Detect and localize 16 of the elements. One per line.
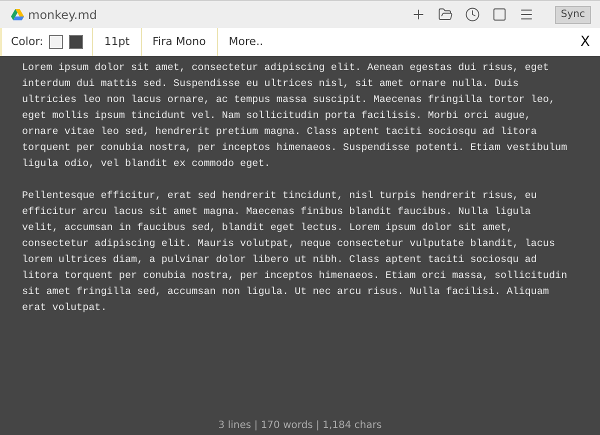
color-label: Color: <box>11 34 44 50</box>
history-icon[interactable] <box>464 6 481 23</box>
color-swatch[interactable] <box>49 35 64 49</box>
window-icon[interactable] <box>490 6 508 23</box>
drive-logo-icon <box>11 8 24 20</box>
window-title: monkey.md <box>28 6 98 24</box>
paragraph: Lorem ipsum dolor sit amet, consectetur adipiscing elit. Aenean egestas dui risus, eget interdum dui mattis sed. Suspendisse eu ultrices nisl, sit amet ornare nulla. Duis ultricies leo non lacus ornare, ac tempus massa suscipit. Maecenas fringilla tortor leo, eget mollis ipsum tincidunt vel. Nam sollicitudin porta facilisis. Morbi orci augue, ornare vitae leo sed, hendrerit pretium magna. Class aptent taciti sociosqu ad litora torquent per conubia nostra, per inceptos himenaeos. Suspendisse potenti. Etiam vestibulum ligula odio, vel blandit ex commodo eget. <box>22 62 568 172</box>
close-button[interactable]: X <box>570 28 600 56</box>
font-button[interactable]: Fira Mono <box>142 28 218 56</box>
sync-button[interactable]: Sync <box>554 6 591 24</box>
font-size-button[interactable]: 11pt <box>93 28 142 56</box>
more-button[interactable]: More.. <box>218 28 274 56</box>
folder-icon[interactable] <box>436 6 454 23</box>
color-swatch[interactable] <box>69 35 84 49</box>
paragraph: Pellentesque efficitur, erat sed hendrerit tincidunt, nisl turpis hendrerit risus, eu efficitur arcu lacus sit amet magna. Maecenas finibus blandit faucibus. Nulla ligula velit, accumsan in faucibus sed, blandit eget lectus. Lorem ipsum dolor sit amet, consectetur adipiscing elit. Mauris volutpat, neque consectetur vulputate blandit, lacus lorem ultrices diam, a pulvinar dolor libero ut nibh. Class aptent taciti sociosqu ad litora torquent per conubia nostra, per inceptos himenaeos. Etiam orci massa, sollicitudin sit amet fringilla sed, accumsan non ligula. Ut nec arcu risus. Nulla facilisi. Aliquam erat volutpat. <box>22 190 568 316</box>
status-text: 3 lines | 170 words | 1,184 chars <box>218 418 382 432</box>
